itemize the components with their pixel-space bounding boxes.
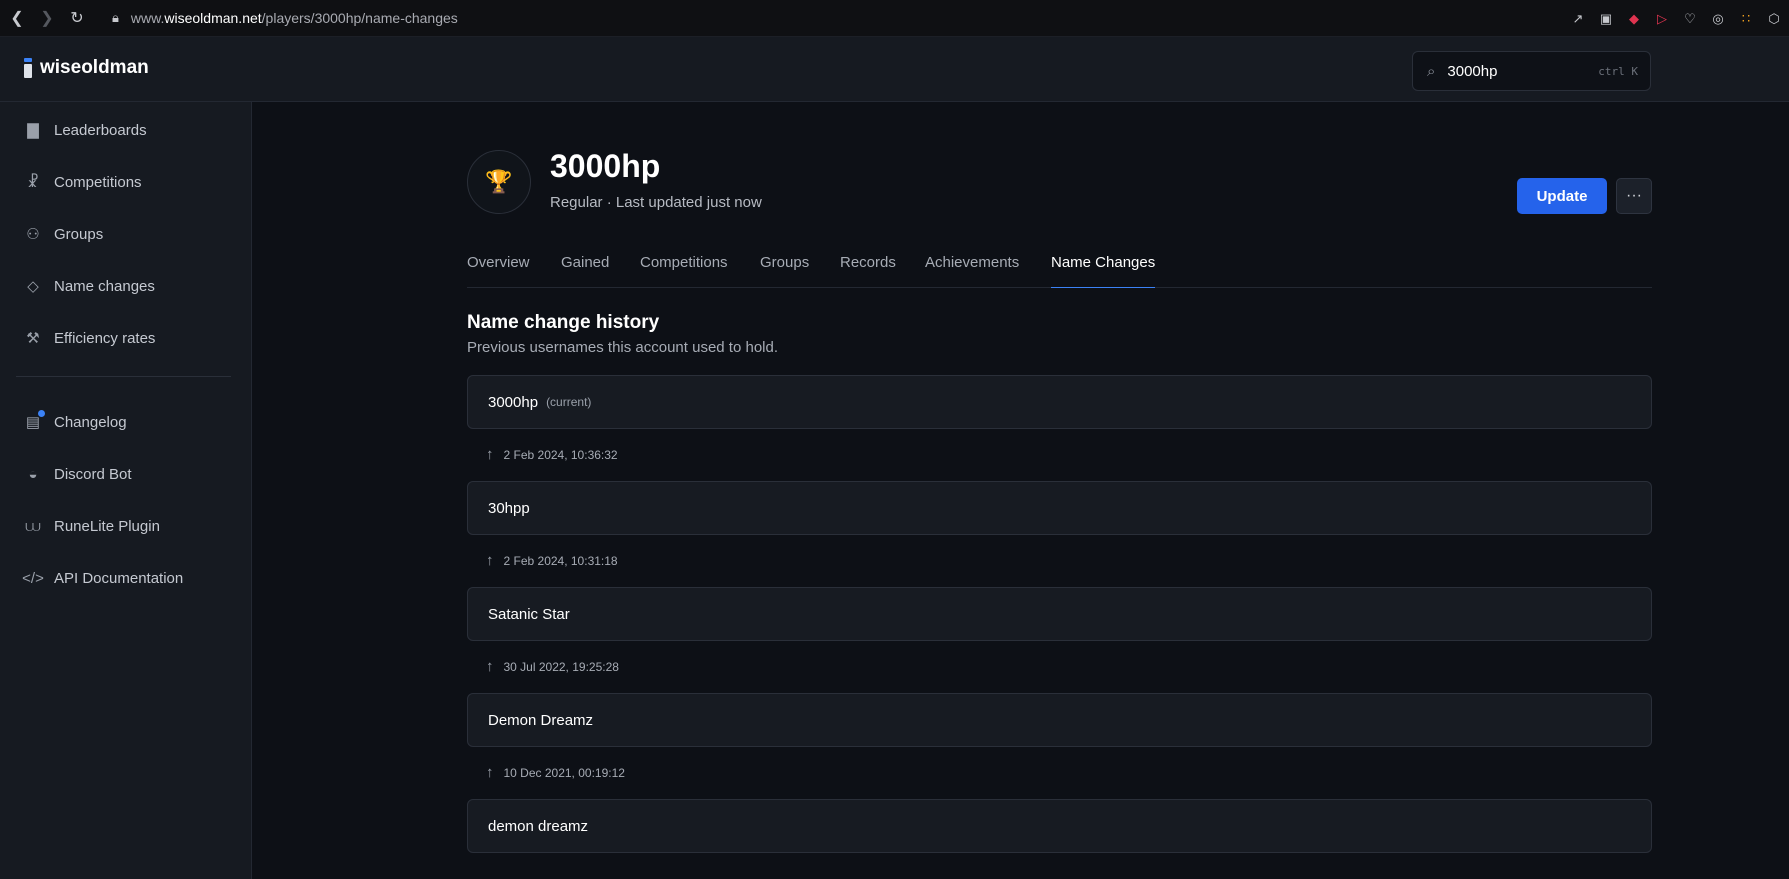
users-icon: ⚇ (26, 226, 40, 243)
address-bar[interactable]: www.wiseoldman.net/players/3000hp/name-c… (131, 10, 458, 26)
share-icon[interactable]: ↗ (1569, 10, 1587, 28)
tab-groups[interactable]: Groups (760, 254, 809, 288)
sidebar-item-changelog[interactable]: ▤ Changelog (24, 408, 127, 436)
player-avatar: 🏆 (467, 150, 531, 214)
url-path: /players/3000hp/name-changes (261, 10, 458, 26)
change-timestamp: 10 Dec 2021, 00:19:12 (503, 765, 625, 780)
name-card: Satanic Star (467, 587, 1652, 641)
name-card: Demon Dreamz (467, 693, 1652, 747)
sidebar-item-label: Discord Bot (54, 465, 132, 483)
runelite-icon: ⩊ (25, 517, 41, 535)
discord-icon: ◒ (28, 465, 38, 483)
change-timestamp: 30 Jul 2022, 19:25:28 (503, 659, 619, 674)
change-timestamp: 2 Feb 2024, 10:36:32 (503, 447, 618, 462)
sidebar-item-label: API Documentation (54, 569, 184, 587)
sidebar-item-groups[interactable]: ⚇ Groups (24, 220, 103, 248)
sidebar-item-runelite-plugin[interactable]: ⩊ RuneLite Plugin (24, 512, 160, 540)
url-prefix: www. (130, 10, 165, 26)
forward-icon[interactable]: ❯ (34, 5, 60, 31)
tab-overview[interactable]: Overview (467, 254, 530, 288)
tag-icon: ◇ (27, 278, 39, 295)
sidebar-item-leaderboards[interactable]: ▇ Leaderboards (24, 116, 147, 144)
trophy-icon: ☧ (27, 174, 39, 191)
sidebar-item-label: Competitions (54, 173, 142, 191)
username: demon dreamz (488, 817, 589, 835)
sidebar-item-label: Groups (54, 225, 104, 243)
sidebar-item-discord-bot[interactable]: ◒ Discord Bot (24, 460, 132, 488)
username: Satanic Star (488, 605, 570, 623)
search-shortcut: ctrl K (1598, 64, 1638, 78)
change-timestamp: 2 Feb 2024, 10:31:18 (503, 553, 618, 568)
name-change-date: ↑ 10 Dec 2021, 00:19:12 (486, 764, 625, 781)
shield-icon[interactable]: ◆ (1625, 10, 1643, 28)
player-subtitle: Regular · Last updated just now (550, 194, 762, 211)
name-card: 30hpp (467, 481, 1652, 535)
username: 30hpp (488, 499, 530, 517)
extension-bar: ↗ ▣ ◆ ▷ ♡ ◎ ∷ ⬡ (1569, 0, 1783, 37)
notification-dot (38, 410, 45, 417)
back-icon[interactable]: ❮ (4, 5, 30, 31)
send-icon[interactable]: ▷ (1653, 10, 1671, 28)
sidebar-item-competitions[interactable]: ☧ Competitions (24, 168, 142, 196)
arrow-up-icon: ↑ (486, 552, 494, 569)
tab-competitions[interactable]: Competitions (640, 254, 728, 288)
bar-chart-icon: ▇ (27, 122, 39, 139)
sidebar-item-api-documentation[interactable]: </> API Documentation (22, 564, 184, 592)
site-logo[interactable]: wiseoldman (24, 57, 149, 79)
username: 3000hp (488, 393, 539, 411)
tab-records[interactable]: Records (840, 254, 896, 288)
player-search[interactable]: ⌕ 3000hp ctrl K (1412, 51, 1651, 91)
lock-icon: 🔒︎ (112, 10, 119, 25)
username: Demon Dreamz (488, 711, 594, 729)
brand-name: wiseoldman (40, 57, 149, 78)
sidebar: ▇ Leaderboards ☧ Competitions ⚇ Groups ◇… (0, 102, 252, 879)
browser-toolbar: ❮ ❯ ↻ 🔒︎ www.wiseoldman.net/players/3000… (0, 0, 1789, 37)
name-card: demon dreamz (467, 799, 1652, 853)
arrow-up-icon: ↑ (486, 658, 494, 675)
search-input[interactable]: 3000hp (1447, 63, 1598, 80)
heart-icon[interactable]: ♡ (1681, 10, 1699, 28)
code-icon: </> (22, 569, 44, 587)
url-domain: wiseoldman.net (164, 10, 262, 26)
arrow-up-icon: ↑ (486, 764, 494, 781)
site-header: wiseoldman ⌕ 3000hp ctrl K (0, 37, 1789, 102)
main-content: 🏆 3000hp Regular · Last updated just now… (253, 102, 1789, 879)
section-description: Previous usernames this account used to … (467, 339, 779, 356)
trophy-icon: 🏆 (485, 169, 513, 194)
sidebar-item-label: Efficiency rates (54, 329, 156, 347)
player-tabs: Overview Gained Competitions Groups Reco… (467, 254, 1652, 288)
tab-name-changes[interactable]: Name Changes (1051, 254, 1156, 288)
tab-achievements[interactable]: Achievements (925, 254, 1019, 288)
profile-icon[interactable]: ◎ (1709, 10, 1727, 28)
sidebar-item-label: Name changes (54, 277, 155, 295)
sidebar-item-label: RuneLite Plugin (54, 517, 160, 535)
arrow-up-icon: ↑ (486, 446, 494, 463)
sidebar-item-label: Leaderboards (54, 121, 147, 139)
reload-icon[interactable]: ↻ (64, 5, 90, 31)
changelog-icon: ▤ (24, 410, 45, 431)
tools-icon: ⚒ (26, 330, 40, 347)
camera-icon[interactable]: ▣ (1597, 10, 1615, 28)
name-change-date: ↑ 2 Feb 2024, 10:36:32 (486, 446, 618, 463)
current-badge: (current) (546, 395, 592, 409)
update-button[interactable]: Update (1517, 178, 1607, 214)
sidebar-item-label: Changelog (54, 413, 127, 431)
logo-icon (24, 58, 32, 78)
sidebar-divider (16, 376, 231, 377)
apps-grid-icon[interactable]: ∷ (1737, 10, 1755, 28)
more-options-button[interactable]: ··· (1616, 178, 1652, 214)
section-title: Name change history (467, 312, 660, 333)
name-card-current: 3000hp (current) (467, 375, 1652, 429)
name-change-date: ↑ 30 Jul 2022, 19:25:28 (486, 658, 619, 675)
page-title: 3000hp (550, 148, 661, 184)
cube-icon[interactable]: ⬡ (1765, 10, 1783, 28)
sidebar-item-efficiency-rates[interactable]: ⚒ Efficiency rates (24, 324, 155, 352)
name-change-date: ↑ 2 Feb 2024, 10:31:18 (486, 552, 618, 569)
sidebar-item-name-changes[interactable]: ◇ Name changes (24, 272, 155, 300)
search-icon: ⌕ (1427, 62, 1436, 80)
tab-gained[interactable]: Gained (561, 254, 609, 288)
